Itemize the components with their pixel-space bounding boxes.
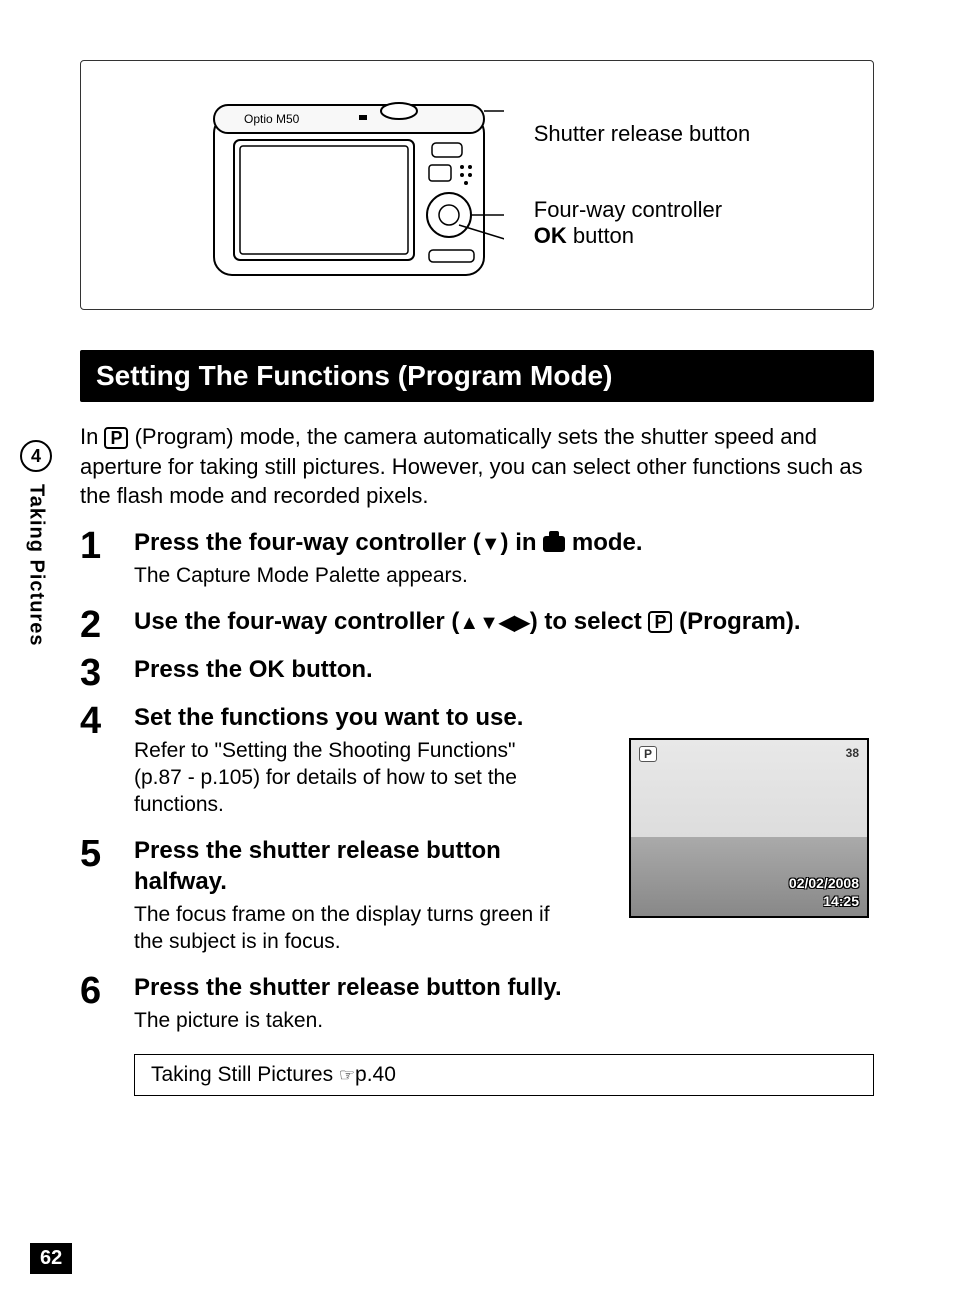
step-number: 2 bbox=[80, 606, 110, 644]
reference-box: Taking Still Pictures ☞p.40 bbox=[134, 1054, 874, 1096]
step-title: Press the OK button. bbox=[134, 654, 874, 685]
label-shutter: Shutter release button bbox=[534, 121, 750, 147]
step-desc: The focus frame on the display turns gre… bbox=[134, 901, 564, 956]
step-number: 1 bbox=[80, 527, 110, 595]
step-title: Press the four-way controller (▼) in mod… bbox=[134, 527, 874, 558]
section-header: Setting The Functions (Program Mode) bbox=[80, 350, 874, 402]
ok-text: OK bbox=[249, 656, 285, 683]
lcd-date: 02/02/2008 bbox=[789, 874, 859, 892]
lcd-p-badge: P bbox=[639, 746, 657, 762]
step-number: 3 bbox=[80, 654, 110, 692]
step-desc: Refer to "Setting the Shooting Functions… bbox=[134, 737, 564, 819]
down-arrow-icon: ▼ bbox=[481, 533, 501, 555]
t: button. bbox=[285, 656, 373, 683]
t: ) to select bbox=[530, 608, 649, 635]
ref-text: Taking Still Pictures bbox=[151, 1063, 339, 1086]
step-number: 5 bbox=[80, 835, 110, 962]
pointing-hand-icon: ☞ bbox=[339, 1065, 355, 1085]
intro-paragraph: In P (Program) mode, the camera automati… bbox=[80, 422, 874, 511]
ref-page: p.40 bbox=[355, 1063, 396, 1086]
intro-rest: (Program) mode, the camera automatically… bbox=[80, 424, 863, 508]
camera-diagram-box: Optio M50 Shutter release button Four-wa… bbox=[80, 60, 874, 310]
intro-prefix: In bbox=[80, 424, 104, 449]
step-desc: The Capture Mode Palette appears. bbox=[134, 562, 874, 589]
step-title: Press the shutter release button halfway… bbox=[134, 835, 564, 897]
svg-text:Optio M50: Optio M50 bbox=[244, 112, 300, 126]
t: Press the bbox=[134, 656, 249, 683]
lcd-time: 14:25 bbox=[789, 892, 859, 910]
page-number: 62 bbox=[30, 1243, 72, 1274]
step-title: Press the shutter release button fully. bbox=[134, 972, 874, 1003]
step-title: Use the four-way controller (▲▼◀▶) to se… bbox=[134, 606, 874, 637]
step-3: 3 Press the OK button. bbox=[80, 654, 874, 692]
t: Press the four-way controller ( bbox=[134, 529, 481, 556]
camera-mode-icon bbox=[543, 536, 565, 552]
t: ) in bbox=[501, 529, 544, 556]
fourway-arrows-icon: ▲▼◀▶ bbox=[459, 612, 529, 634]
step-number: 4 bbox=[80, 702, 110, 825]
lcd-preview-screenshot: P 38 02/02/2008 14:25 bbox=[629, 738, 869, 918]
diagram-labels: Shutter release button Four-way controll… bbox=[534, 121, 750, 249]
step-6: 6 Press the shutter release button fully… bbox=[80, 972, 874, 1040]
t: Use the four-way controller ( bbox=[134, 608, 459, 635]
t: mode. bbox=[565, 529, 642, 556]
label-ok-button: OK button bbox=[534, 223, 750, 249]
t: (Program). bbox=[672, 608, 800, 635]
ok-button-suffix: button bbox=[567, 223, 634, 248]
label-fourway: Four-way controller bbox=[534, 197, 750, 223]
camera-diagram-svg: Optio M50 bbox=[204, 85, 504, 285]
p-mode-icon: P bbox=[104, 427, 128, 449]
step-desc: The picture is taken. bbox=[134, 1007, 874, 1034]
step-2: 2 Use the four-way controller (▲▼◀▶) to … bbox=[80, 606, 874, 644]
ok-bold-text: OK bbox=[534, 223, 567, 248]
p-mode-icon: P bbox=[648, 611, 672, 633]
step-number: 6 bbox=[80, 972, 110, 1040]
step-title: Set the functions you want to use. bbox=[134, 702, 564, 733]
step-1: 1 Press the four-way controller (▼) in m… bbox=[80, 527, 874, 595]
lcd-shot-count: 38 bbox=[846, 746, 859, 762]
